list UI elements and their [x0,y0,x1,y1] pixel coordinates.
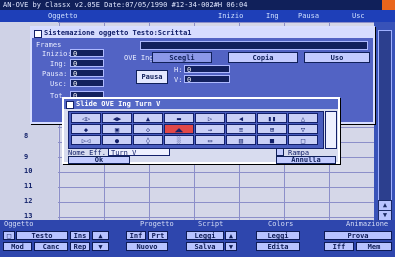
effect-up-icon[interactable]: △ [288,113,318,123]
script-down-icon[interactable]: ▼ [225,242,237,251]
column-header-bar: Oggetto Inizio Ing Pausa Usc [0,10,395,22]
effect-box-icon[interactable]: ▣ [102,124,132,134]
title-bar: AN-OVE by Classx v2.05E Date:07/05/1990 … [0,0,395,10]
usc-label: Usc: [50,80,67,88]
row-number: 12 [24,197,33,205]
section-colors: Colors [268,220,294,228]
effect-down-icon[interactable]: ▽ [288,124,318,134]
effect-grid-icon[interactable]: ⊞ [257,124,287,134]
section-progetto: Progetto [140,220,174,228]
effect-blind-icon[interactable]: ▬ [164,113,194,123]
effect-circle-icon[interactable]: ● [102,135,132,145]
rampa-checkbox[interactable] [276,148,284,156]
row-number: 9 [24,153,29,161]
usc-field[interactable]: 0 [70,79,104,88]
annulla-button[interactable]: Annulla [276,156,336,164]
iff-button[interactable]: Iff [324,242,354,251]
dialog-title-bar[interactable]: Slide OVE Ing Turn V [64,99,338,109]
ins-button[interactable]: Ins [70,231,90,240]
script-leggi-button[interactable]: Leggi [186,231,224,240]
ing-field[interactable]: 0 [70,59,104,68]
pausa-button[interactable]: Pausa [136,70,168,84]
row-number: 11 [24,182,33,190]
nuovo-button[interactable]: Nuovo [126,242,168,251]
inf-button[interactable]: Inf [126,231,146,240]
up-arrow-icon[interactable]: ▲ [92,231,109,240]
colors-edita-button[interactable]: Edita [256,242,300,251]
effect-slide-right-icon[interactable]: ◁▷ [71,113,101,123]
effect-lines-icon[interactable]: ≡ [226,124,256,134]
h-label: H: [174,66,183,74]
slide-effect-dialog: Slide OVE Ing Turn V ◁▷ ◀▶ ▲ ▬ ▷ ◀ ▮▮ △ … [62,97,340,164]
column-header-inizio[interactable]: Inizio [218,10,243,22]
uso-button[interactable]: Uso [304,52,370,63]
colors-leggi-button[interactable]: Leggi [256,231,300,240]
effect-slide-left-icon[interactable]: ◀ [226,113,256,123]
ove-preview-bar [140,41,368,50]
section-oggetto: Oggetto [4,220,34,228]
effect-arrow-right-icon[interactable]: → [195,124,225,134]
palette-scrollbar[interactable] [325,111,337,149]
prt-button[interactable]: Prt [148,231,168,240]
script-up-icon[interactable]: ▲ [225,231,237,240]
effect-wipe-up-icon[interactable]: ▲ [133,113,163,123]
effect-diamond-icon[interactable]: ◊ [133,135,163,145]
script-salva-button[interactable]: Salva [186,242,224,251]
inizio-field[interactable]: 0 [70,49,104,58]
row-number: 10 [24,167,33,175]
effect-square-icon[interactable]: ■ [257,135,287,145]
effect-palette: ◁▷ ◀▶ ▲ ▬ ▷ ◀ ▮▮ △ ◆ ▣ ◇ ◢◣ → ≡ ⊞ ▽ ▷◁ ●… [68,111,324,149]
row-number: 8 [24,132,29,140]
vertical-scrollbar[interactable]: ▲ ▼ [374,22,395,232]
effect-columns-icon[interactable]: ▮▮ [257,113,287,123]
effect-fade-icon[interactable]: ░ [164,135,194,145]
column-header-oggetto[interactable]: Oggetto [48,10,78,22]
v-label: V: [174,76,183,84]
testo-button[interactable]: Testo [16,231,68,240]
copia-button[interactable]: Copia [228,52,298,63]
title-text: AN-OVE by Classx v2.05E Date:07/05/1990 … [3,1,248,9]
inizio-label: Inizio: [42,50,72,58]
column-header-usc[interactable]: Usc [352,10,365,22]
ove-ing-label: OVE Ing [124,54,154,62]
dialog-title-bar[interactable]: Sistemazione oggetto Testo:Scritta1 [32,28,373,38]
row-number: 13 [24,212,33,220]
mod-button[interactable]: Mod [3,242,32,251]
effect-blank-icon[interactable]: □ [288,135,318,145]
effect-stripes-icon[interactable]: ▥ [226,135,256,145]
close-icon[interactable] [66,101,74,109]
v-field[interactable]: 0 [184,75,230,84]
effect-name-field[interactable]: Turn V [108,148,170,157]
pausa-label: Pausa: [42,70,68,78]
effect-expand-icon[interactable]: ◇ [133,124,163,134]
effect-turn-v-icon[interactable]: ◢◣ [164,124,194,134]
scegli-button[interactable]: Scegli [152,52,212,63]
screen: AN-OVE by Classx v2.05E Date:07/05/1990 … [0,0,395,257]
effect-in-icon[interactable]: ◆ [71,124,101,134]
rep-button[interactable]: Rep [70,242,90,251]
effect-bar-icon[interactable]: ▭ [195,135,225,145]
effect-merge-icon[interactable]: ▷◁ [71,135,101,145]
h-field[interactable]: 0 [184,65,230,74]
prova-button[interactable]: Prova [324,231,392,240]
column-header-pausa[interactable]: Pausa [298,10,319,22]
down-arrow-icon[interactable]: ▼ [92,242,109,251]
effect-split-icon[interactable]: ◀▶ [102,113,132,123]
object-toggle-button[interactable]: □ [3,231,15,240]
bottom-control-panel: Oggetto Progetto Script Colors Animazion… [0,220,395,257]
ing-label: Ing: [50,60,67,68]
column-header-ing[interactable]: Ing [266,10,279,22]
ok-button[interactable]: Ok [68,156,130,164]
pausa-field[interactable]: 0 [70,69,104,78]
frames-label: Frames [36,41,62,49]
dialog-title: Slide OVE Ing Turn V [76,100,161,108]
canc-button[interactable]: Canc [34,242,68,251]
mem-button[interactable]: Mem [356,242,392,251]
section-script: Script [198,220,224,228]
scrollbar-track[interactable] [378,30,392,220]
section-animazione: Animazione [346,220,389,228]
effect-push-icon[interactable]: ▷ [195,113,225,123]
close-icon[interactable] [34,30,42,38]
dialog-title: Sistemazione oggetto Testo:Scritta1 [44,29,192,37]
